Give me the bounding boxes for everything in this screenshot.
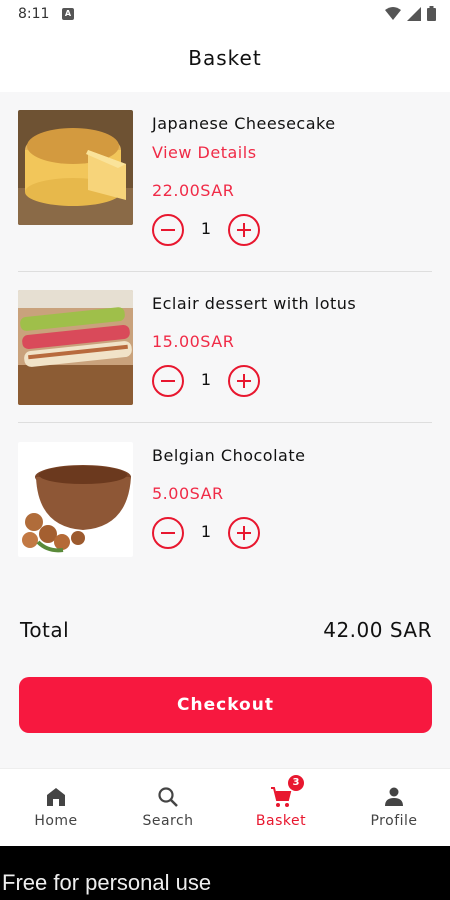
decrease-quantity-button[interactable] bbox=[152, 214, 184, 246]
quantity-value: 1 bbox=[200, 219, 212, 238]
quantity-value: 1 bbox=[200, 370, 212, 389]
nav-label: Profile bbox=[370, 813, 418, 829]
nav-item-profile[interactable]: Profile bbox=[338, 769, 450, 847]
quantity-value: 1 bbox=[200, 522, 212, 541]
page-title: Basket bbox=[188, 46, 262, 70]
basket-item: Japanese Cheesecake View Details 22.00SA… bbox=[18, 110, 432, 246]
minus-icon bbox=[161, 380, 175, 382]
signal-icon bbox=[407, 6, 421, 21]
status-bar: 8:11 A bbox=[0, 0, 450, 30]
item-price: 15.00SAR bbox=[152, 332, 235, 351]
item-name: Belgian Chocolate bbox=[152, 446, 306, 465]
quantity-stepper: 1 bbox=[152, 365, 262, 397]
chocolate-image[interactable] bbox=[18, 442, 133, 557]
divider bbox=[18, 422, 432, 423]
view-details-link[interactable]: View Details bbox=[152, 143, 257, 162]
increase-quantity-button[interactable] bbox=[228, 517, 260, 549]
eclair-image[interactable] bbox=[18, 290, 133, 405]
basket-list: Japanese Cheesecake View Details 22.00SA… bbox=[0, 92, 450, 768]
watermark-bar: Free for personal use bbox=[0, 846, 450, 900]
header: Basket bbox=[0, 30, 450, 92]
quantity-stepper: 1 bbox=[152, 517, 262, 549]
watermark-text: Free for personal use bbox=[2, 870, 212, 895]
nav-label: Home bbox=[34, 813, 78, 829]
item-name: Eclair dessert with lotus bbox=[152, 294, 357, 313]
nav-item-home[interactable]: Home bbox=[0, 769, 112, 847]
search-icon bbox=[158, 787, 178, 807]
increase-quantity-button[interactable] bbox=[228, 214, 260, 246]
wifi-icon bbox=[385, 6, 401, 20]
a-notification-icon: A bbox=[62, 8, 74, 20]
total-label: Total bbox=[20, 618, 70, 642]
decrease-quantity-button[interactable] bbox=[152, 517, 184, 549]
status-icons bbox=[385, 6, 436, 21]
basket-item: Eclair dessert with lotus 15.00SAR 1 bbox=[18, 290, 432, 405]
cheesecake-image[interactable] bbox=[18, 110, 133, 225]
home-icon bbox=[47, 788, 65, 806]
item-name: Japanese Cheesecake bbox=[152, 114, 336, 133]
increase-quantity-button[interactable] bbox=[228, 365, 260, 397]
item-price: 5.00SAR bbox=[152, 484, 224, 503]
minus-icon bbox=[161, 532, 175, 534]
person-icon bbox=[385, 787, 403, 806]
nav-label: Search bbox=[142, 813, 194, 829]
nav-label: Basket bbox=[255, 813, 307, 829]
quantity-stepper: 1 bbox=[152, 214, 262, 246]
battery-icon bbox=[427, 6, 436, 21]
divider bbox=[18, 271, 432, 272]
nav-item-search[interactable]: Search bbox=[112, 769, 224, 847]
total-value: 42.00 SAR bbox=[323, 618, 432, 642]
status-time: 8:11 bbox=[18, 6, 50, 22]
bottom-nav: Home Search 3 Basket Profile bbox=[0, 768, 450, 846]
decrease-quantity-button[interactable] bbox=[152, 365, 184, 397]
cart-count-badge: 3 bbox=[288, 775, 304, 791]
minus-icon bbox=[161, 229, 175, 231]
item-price: 22.00SAR bbox=[152, 181, 235, 200]
checkout-button[interactable]: Checkout bbox=[19, 677, 432, 733]
basket-item: Belgian Chocolate 5.00SAR 1 bbox=[18, 442, 432, 557]
nav-item-basket[interactable]: 3 Basket bbox=[225, 769, 337, 847]
